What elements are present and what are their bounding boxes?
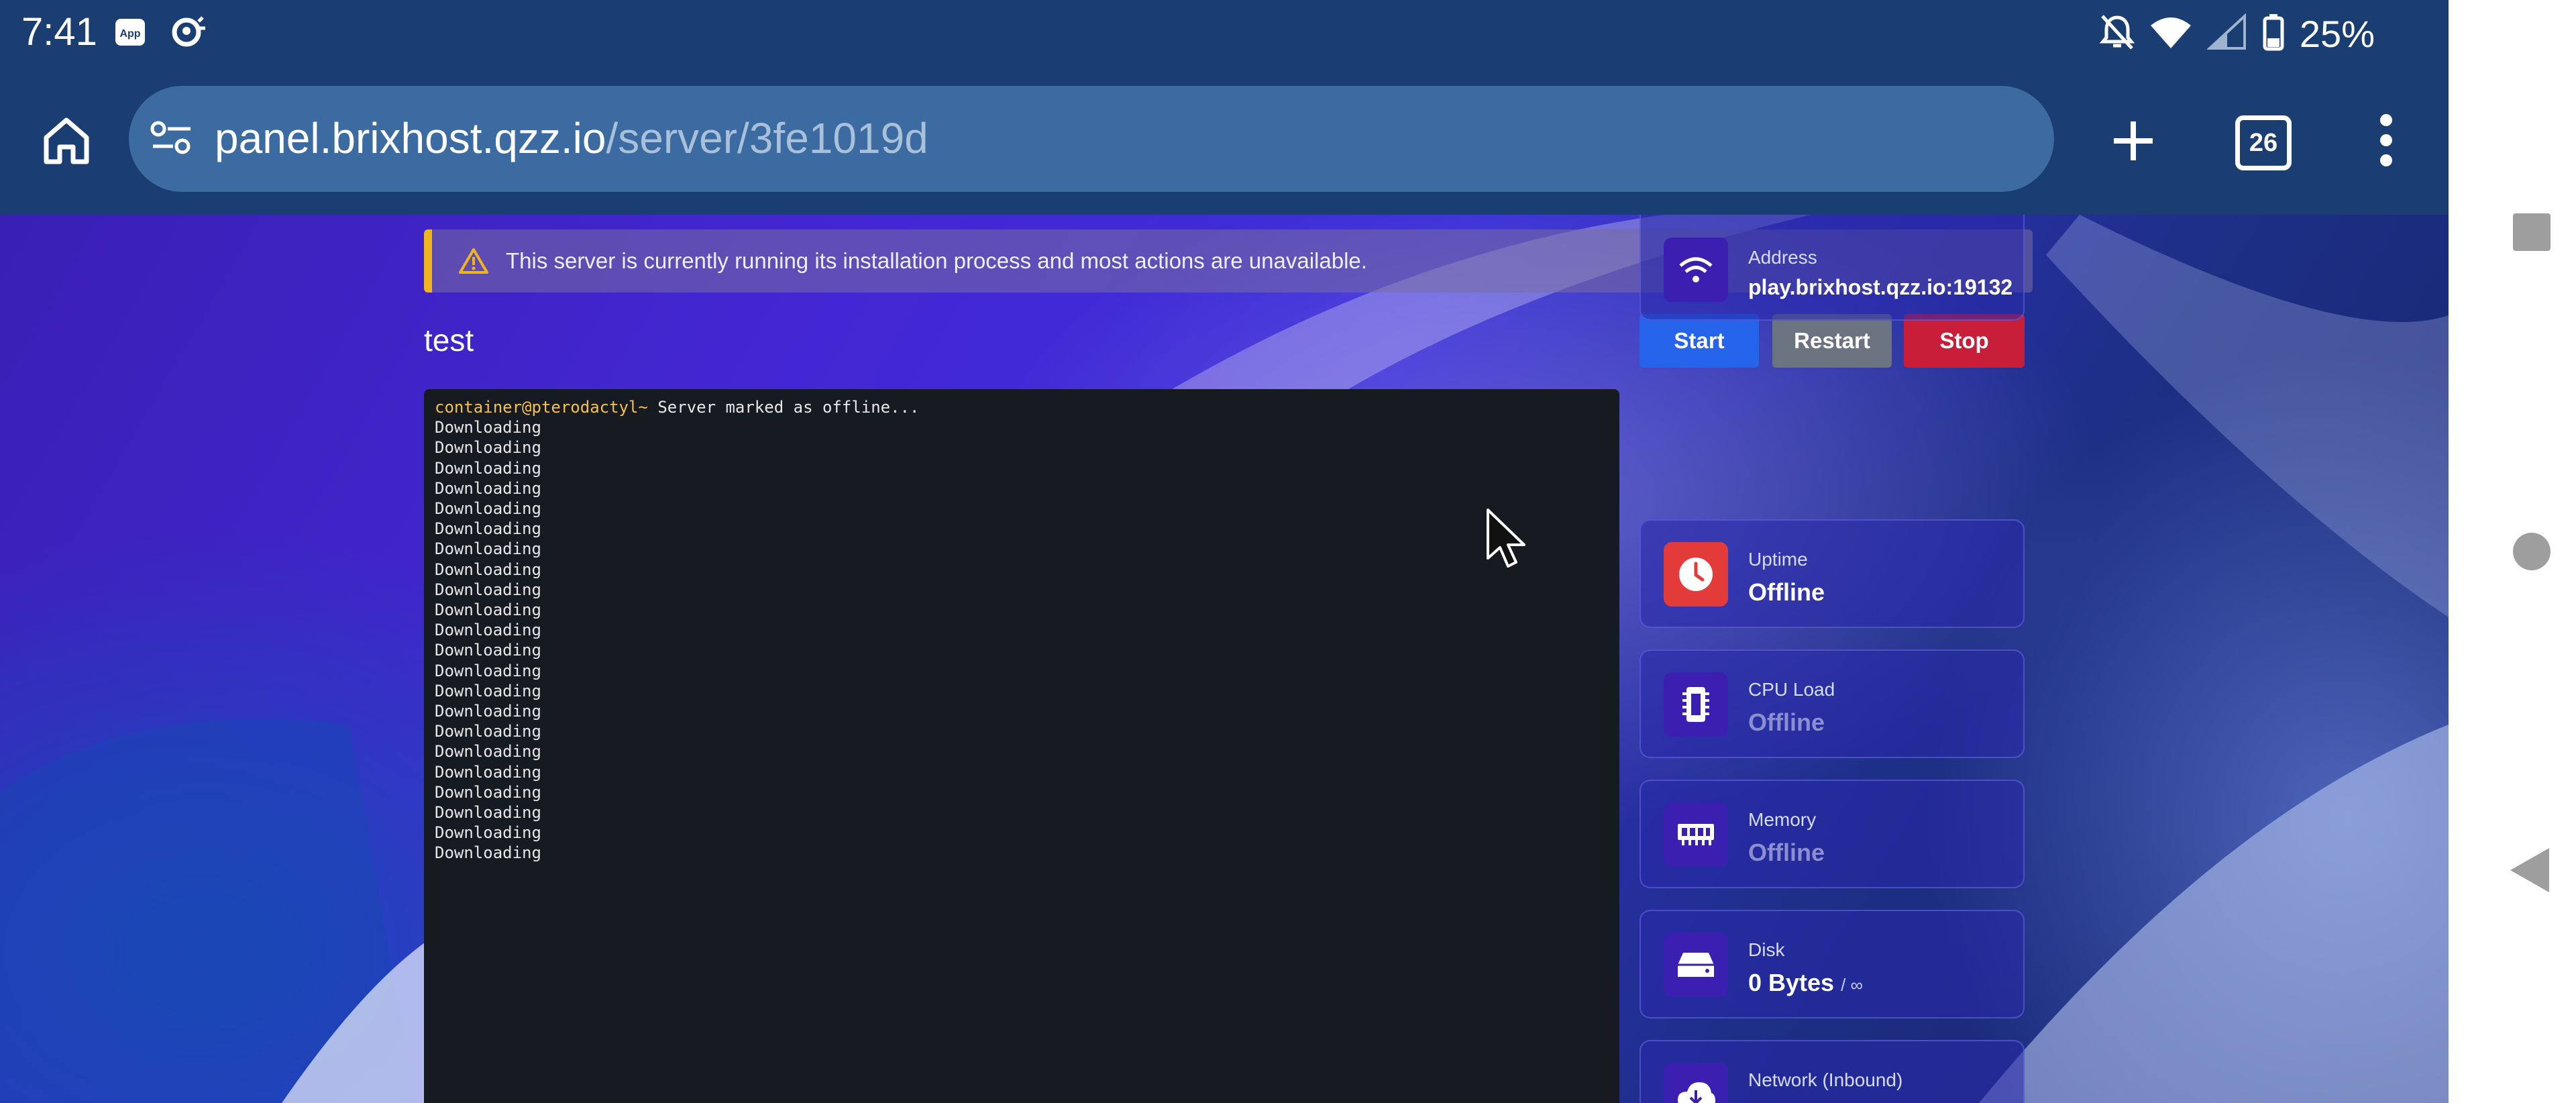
back-icon[interactable] xyxy=(2509,847,2551,897)
console-output: Downloading Downloading Downloading Downloa… xyxy=(435,417,1609,863)
app-notification-icon: App xyxy=(113,15,149,51)
console-line: Downloading xyxy=(435,539,541,559)
server-console[interactable]: container@pterodactyl~ Server marked as … xyxy=(424,389,1619,1103)
status-icons: 25% xyxy=(2099,9,2375,58)
disk-value-text: 0 Bytes xyxy=(1748,969,1835,996)
disk-value: 0 Bytes / ∞ xyxy=(1748,969,1863,997)
address-value[interactable]: play.brixhost.qzz.io:19132 xyxy=(1748,275,2012,300)
banner-message: This server is currently running its ins… xyxy=(506,248,1367,273)
console-line: Downloading xyxy=(435,722,541,741)
console-line: Downloading xyxy=(435,458,541,478)
console-line: Downloading xyxy=(435,580,541,599)
menu-icon[interactable] xyxy=(2376,111,2396,169)
cpu-label: CPU Load xyxy=(1748,679,1835,700)
disk-limit: / ∞ xyxy=(1841,975,1864,995)
start-button[interactable]: Start xyxy=(1640,314,1759,368)
address-card: Address play.brixhost.qzz.io:19132 xyxy=(1640,215,2025,321)
signal-icon xyxy=(2206,12,2247,54)
console-line: Downloading xyxy=(435,702,541,721)
console-line: Downloading xyxy=(435,438,541,458)
battery-icon xyxy=(2262,13,2285,55)
url-text[interactable]: panel.brixhost.qzz.io/server/3fe1019d xyxy=(215,113,928,163)
home-icon[interactable] xyxy=(36,110,97,170)
console-line: Downloading xyxy=(435,823,541,843)
cpu-card: CPU Load Offline xyxy=(1640,649,2025,758)
status-time: 7:41 xyxy=(21,10,97,54)
network-inbound-value-text: Offline xyxy=(1748,1099,1825,1103)
console-first-line: container@pterodactyl~ Server marked as … xyxy=(435,397,1609,417)
battery-percent: 25% xyxy=(2299,12,2375,55)
assistant-icon xyxy=(169,15,205,51)
network-inbound-value: Offline xyxy=(1748,1099,1825,1103)
mouse-cursor-icon xyxy=(1485,507,1532,574)
console-line: Downloading xyxy=(435,681,541,700)
uptime-value-text: Offline xyxy=(1748,578,1825,606)
console-line: Downloading xyxy=(435,478,541,498)
site-settings-icon[interactable] xyxy=(149,118,195,158)
disk-card: Disk 0 Bytes / ∞ xyxy=(1640,910,2025,1018)
address-label: Address xyxy=(1748,247,1817,268)
wifi-icon xyxy=(2149,15,2192,53)
console-line: Downloading xyxy=(435,499,541,519)
stop-button[interactable]: Stop xyxy=(1904,314,2025,368)
browser-chrome: 7:41 App 25% panel.brixhost.qzz.io/serve… xyxy=(0,0,2449,215)
uptime-value: Offline xyxy=(1748,578,1825,607)
console-line: Downloading xyxy=(435,803,541,823)
panel-page: This server is currently running its ins… xyxy=(0,215,2449,1103)
console-prompt: container@pterodactyl~ xyxy=(435,398,648,417)
home-button-icon[interactable] xyxy=(2512,531,2552,575)
status-bar: 7:41 App 25% xyxy=(0,0,2449,67)
uptime-card: Uptime Offline xyxy=(1640,519,2025,628)
clock-icon xyxy=(1664,542,1728,607)
console-line: Downloading xyxy=(435,418,541,437)
cpu-value: Offline xyxy=(1748,708,1825,737)
disk-icon xyxy=(1664,933,1728,997)
server-title: test xyxy=(424,323,474,358)
disk-label: Disk xyxy=(1748,939,1785,960)
tab-switcher-icon[interactable]: 26 xyxy=(2235,115,2292,170)
memory-value-text: Offline xyxy=(1748,839,1825,866)
console-line: Downloading xyxy=(435,762,541,782)
console-line: Downloading xyxy=(435,621,541,640)
memory-card: Memory Offline xyxy=(1640,780,2025,888)
memory-icon xyxy=(1664,802,1728,867)
console-line: Downloading xyxy=(435,782,541,802)
url-path: /server/3fe1019d xyxy=(606,114,928,162)
tab-count: 26 xyxy=(2249,128,2278,157)
warning-icon xyxy=(459,248,488,274)
console-line: Downloading xyxy=(435,600,541,620)
url-host: panel.brixhost.qzz.io xyxy=(215,114,606,162)
cpu-value-text: Offline xyxy=(1748,708,1825,736)
bell-off-icon xyxy=(2099,13,2135,54)
restart-button[interactable]: Restart xyxy=(1772,314,1892,368)
uptime-label: Uptime xyxy=(1748,549,1808,570)
console-line: Downloading xyxy=(435,641,541,660)
console-message: Server marked as offline... xyxy=(647,398,920,417)
console-line: Downloading xyxy=(435,661,541,680)
memory-label: Memory xyxy=(1748,809,1817,830)
network-inbound-card: Network (Inbound) Offline xyxy=(1640,1040,2025,1103)
new-tab-icon[interactable] xyxy=(2105,113,2161,169)
recents-icon[interactable] xyxy=(2512,212,2552,256)
cpu-icon xyxy=(1664,672,1728,737)
wifi-icon xyxy=(1664,238,1728,302)
navigation-bar xyxy=(2449,0,2576,1103)
network-inbound-label: Network (Inbound) xyxy=(1748,1069,1903,1090)
console-line: Downloading xyxy=(435,519,541,539)
console-line: Downloading xyxy=(435,843,541,863)
console-line: Downloading xyxy=(435,560,541,579)
download-icon xyxy=(1664,1063,1728,1103)
memory-value: Offline xyxy=(1748,839,1825,867)
console-line: Downloading xyxy=(435,742,541,761)
svg-text:App: App xyxy=(119,28,140,40)
